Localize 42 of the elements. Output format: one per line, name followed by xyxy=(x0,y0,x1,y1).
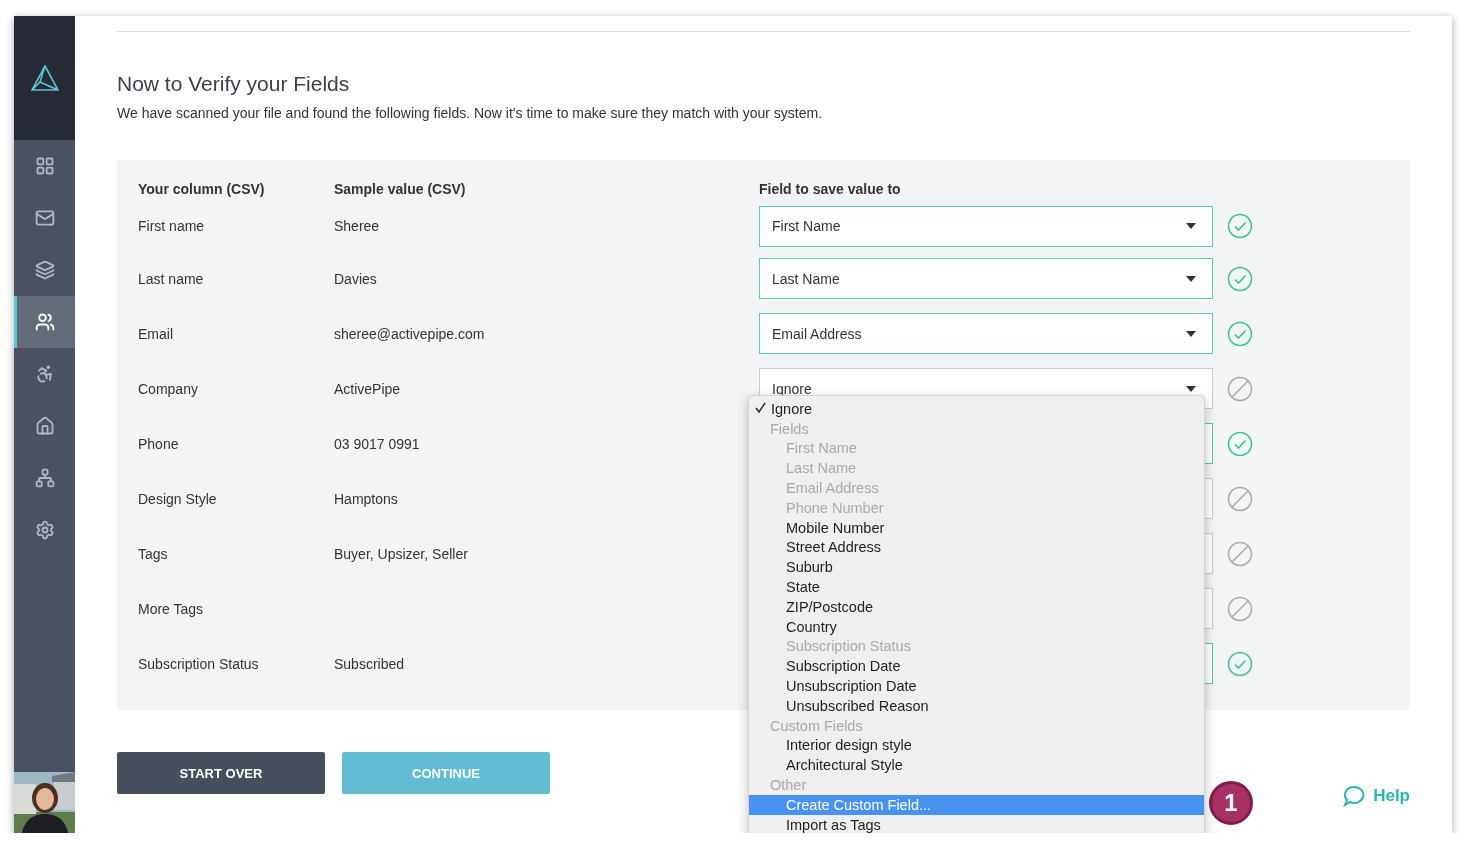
column-header: Field to save value to xyxy=(759,181,902,197)
dropdown-option[interactable]: Unsubscribed Reason xyxy=(749,695,1204,716)
dropdown-option[interactable]: State xyxy=(749,577,1204,597)
dropdown-option[interactable]: Architectural Style xyxy=(749,755,1204,776)
dropdown-option[interactable]: Unsubscription Date xyxy=(749,676,1204,696)
table-cell-text: Phone xyxy=(138,435,180,452)
start-over-button[interactable]: START OVER xyxy=(117,752,325,794)
group-label: Fields xyxy=(769,419,810,439)
page-description: We have scanned your file and found the following fields. Now it's time to make sure they match with your system. xyxy=(117,105,824,121)
field-select[interactable]: Email Address xyxy=(759,313,1213,354)
table-cell-text: Davies xyxy=(334,270,378,287)
table-cell-text: Sheree xyxy=(334,218,381,234)
table-cell-text: First name xyxy=(138,218,206,234)
group-label: Custom Fields xyxy=(769,716,864,736)
dropdown-option[interactable]: Suburb xyxy=(749,557,1204,578)
table-cell-text: Buyer, Upsizer, Seller xyxy=(334,545,469,562)
table-cell-text: Hamptons xyxy=(334,490,399,507)
field-select[interactable]: First Name xyxy=(759,205,1213,247)
group-label: Other xyxy=(769,776,808,795)
page-title: Now to Verify your Fields xyxy=(117,72,351,96)
dropdown-option[interactable]: Country xyxy=(749,616,1204,637)
table-cell-text: Subscribed xyxy=(334,655,406,672)
table-cell-text: Tags xyxy=(138,545,169,562)
table-cell-text: 03 9017 0991 xyxy=(334,435,421,452)
table-cell-text: Design Style xyxy=(138,490,218,507)
table-cell-text: ActivePipe xyxy=(334,380,402,397)
table-cell-text: Email xyxy=(138,325,174,342)
dropdown-option[interactable]: Street Address xyxy=(749,537,1204,558)
table-cell-text: Company xyxy=(138,380,199,397)
dropdown-option[interactable]: Import as Tags xyxy=(749,814,1204,833)
dropdown-option[interactable]: Subscription Date xyxy=(749,656,1204,677)
dropdown-option[interactable]: Mobile Number xyxy=(749,517,1204,538)
dropdown-option[interactable]: ZIP/Postcode xyxy=(749,596,1204,617)
table-cell-text: More Tags xyxy=(138,600,205,617)
dropdown-option[interactable]: Interior design style xyxy=(749,735,1204,756)
column-header: Sample value (CSV) xyxy=(334,181,467,197)
field-select[interactable]: Last Name xyxy=(759,258,1213,299)
step-badge: 1 xyxy=(1209,781,1253,825)
table-cell-text: Last name xyxy=(138,270,205,287)
table-cell-text: Subscription Status xyxy=(138,655,260,672)
table-cell-text: sheree@activepipe.com xyxy=(334,325,486,342)
column-header: Your column (CSV) xyxy=(138,181,266,197)
